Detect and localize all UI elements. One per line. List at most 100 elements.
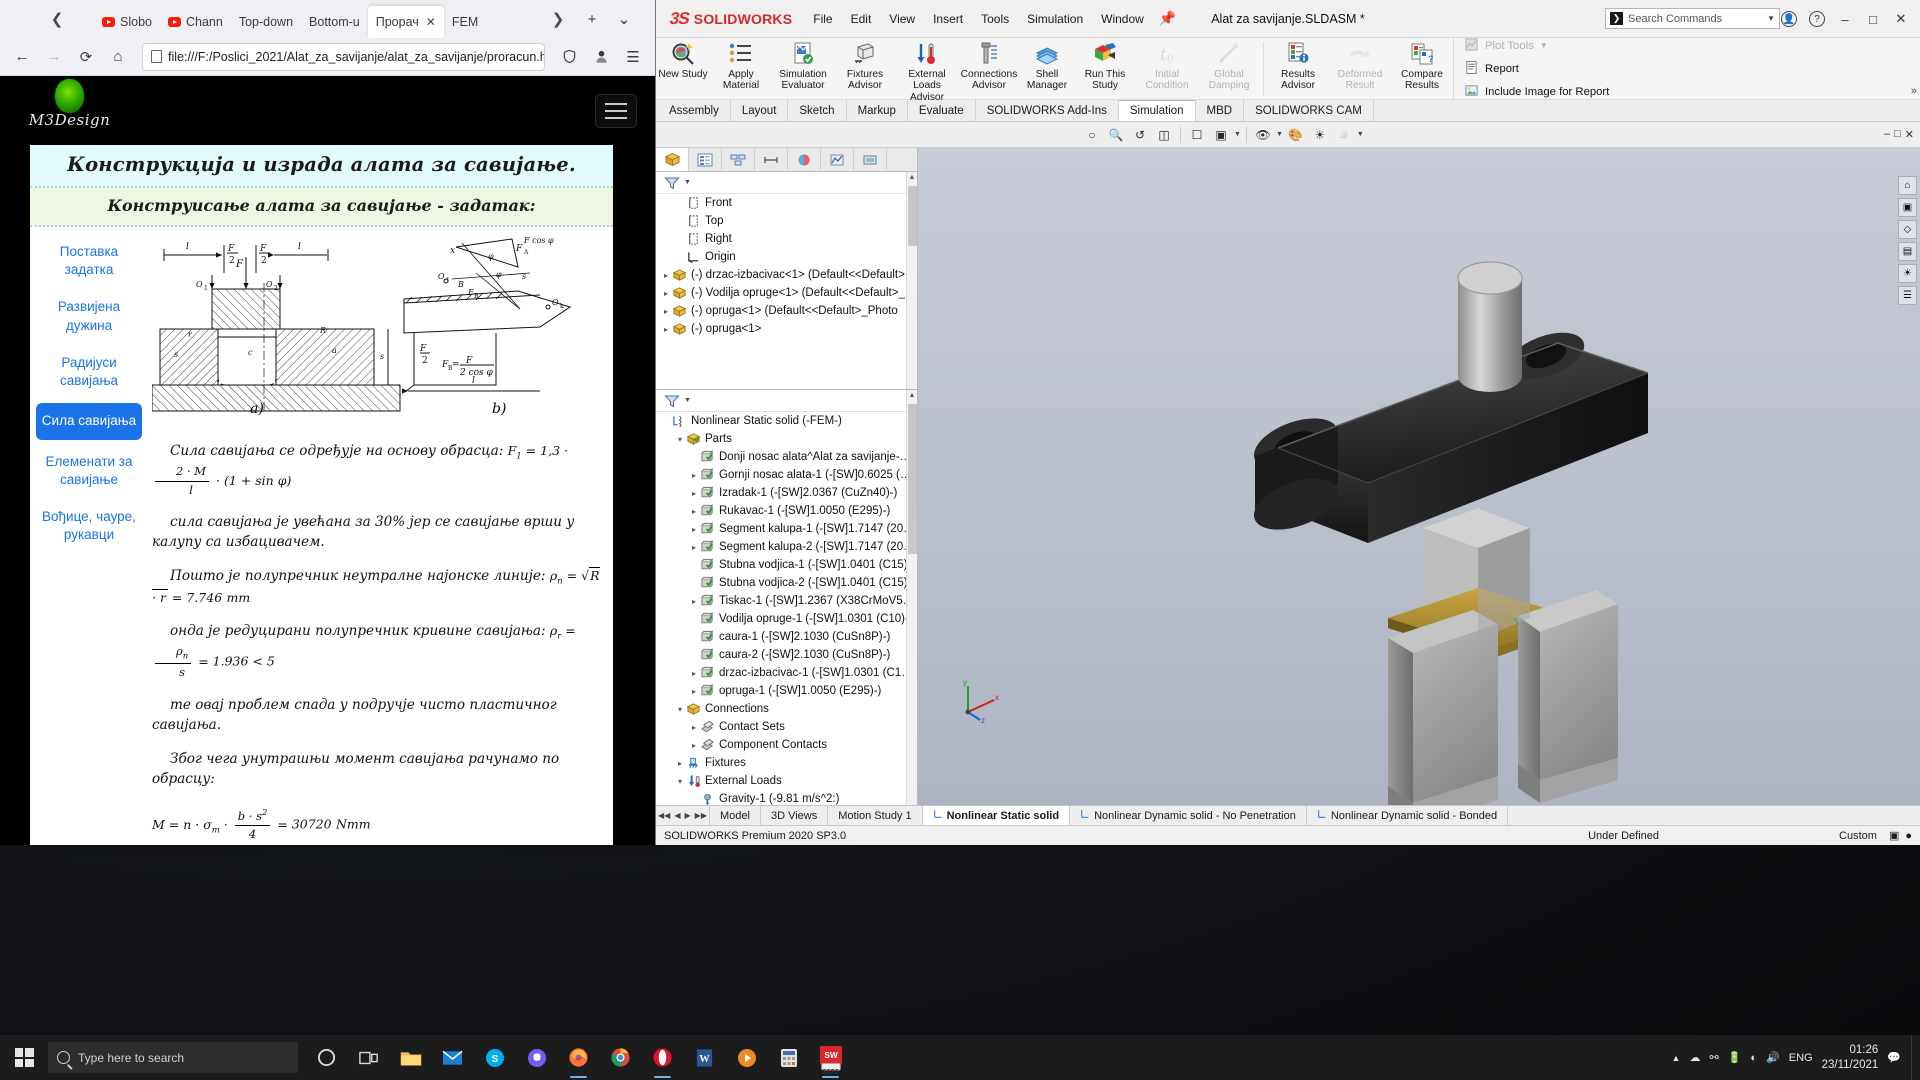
command-tab-layout[interactable]: Layout (731, 100, 789, 121)
tree-item[interactable]: ▸ Fixtures (656, 754, 917, 772)
scroll-up-icon[interactable]: ▲ (907, 172, 917, 183)
windows-taskbar[interactable]: Type here to search S W SW 2020 ▲ ☁ ⚯ 🔋 … (0, 1035, 1920, 1080)
simulation-study-tree[interactable]: ▼ Nonlinear Static solid (-FEM-) ▾ Parts Do… (656, 390, 917, 805)
menu-item-window[interactable]: Window (1092, 8, 1153, 30)
configuration-manager-tab[interactable] (722, 148, 755, 171)
tree-item[interactable]: ▸ Gornji nosac alata-1 (-[SW]0.6025 (EN-G (656, 466, 917, 484)
tree-item[interactable]: Nonlinear Static solid (-FEM-) (656, 412, 917, 430)
tree-expand-icon[interactable]: ▸ (688, 489, 700, 498)
simulation-study-tab[interactable] (821, 148, 854, 171)
tree-item[interactable]: Gravity-1 (-9.81 m/s^2:) (656, 790, 917, 805)
media-player-icon[interactable] (726, 1035, 767, 1080)
site-logo[interactable]: M3Design (22, 79, 117, 129)
tree-expand-icon[interactable]: ▸ (688, 723, 700, 732)
menu-item-edit[interactable]: Edit (842, 8, 881, 30)
tree-item[interactable]: ▸ drzac-izbacivac-1 (-[SW]1.0301 (C10)-) (656, 664, 917, 682)
doc-nav-item-1[interactable]: Развијена дужина (36, 292, 142, 340)
zoom-to-fit-icon[interactable]: ○ (1081, 125, 1103, 145)
ribbon-fixtures-advisor-button[interactable]: Fixtures Advisor (834, 38, 896, 99)
tree-item[interactable]: Vodilja opruge-1 (-[SW]1.0301 (C10)-) (656, 610, 917, 628)
browser-tab-4[interactable]: Прорач ✕ (367, 6, 444, 38)
ribbon-compare-results-button[interactable]: ? Compare Results (1391, 38, 1453, 99)
browser-tab-2[interactable]: Top-down (231, 6, 301, 38)
network-icon[interactable]: ◐ (1750, 1052, 1757, 1064)
clock[interactable]: 01:26 23/11/2021 (1822, 1043, 1879, 1072)
viber-icon[interactable] (516, 1035, 557, 1080)
tree-item[interactable]: ▸ Izradak-1 (-[SW]2.0367 (CuZn40)-) (656, 484, 917, 502)
study-filter-row[interactable]: ▼ (656, 390, 917, 412)
doc-minimize-button[interactable]: – (1884, 128, 1890, 141)
ribbon-run-this-study-button[interactable]: Run This Study (1074, 38, 1136, 99)
scene-icon[interactable]: ☀ (1898, 264, 1917, 283)
tree-expand-icon[interactable]: ▸ (660, 307, 672, 316)
tree-expand-icon[interactable]: ▾ (674, 435, 686, 444)
close-button[interactable]: ✕ (1888, 6, 1914, 32)
list-all-tabs-button[interactable]: ⌄ (611, 3, 637, 35)
chevron-down-icon[interactable]: ▼ (1234, 131, 1241, 138)
bottom-tab-motion-study-1[interactable]: Motion Study 1 (828, 806, 923, 825)
tree-item[interactable]: ▸ Segment kalupa-1 (-[SW]1.7147 (20MnC (656, 520, 917, 538)
tree-item[interactable]: Stubna vodjica-2 (-[SW]1.0401 (C15)-) (656, 574, 917, 592)
tree-item[interactable]: ▾ External Loads (656, 772, 917, 790)
study-tree-scrollbar[interactable]: ▲ (906, 390, 917, 805)
calculator-icon[interactable] (768, 1035, 809, 1080)
tree-expand-icon[interactable]: ▸ (688, 669, 700, 678)
tree-expand-icon[interactable]: ▸ (688, 741, 700, 750)
report-command[interactable]: Report (1460, 58, 1920, 79)
notifications-icon[interactable]: 💬 (1887, 1051, 1901, 1064)
property-manager-tab[interactable] (689, 148, 722, 171)
chevron-down-icon[interactable]: ▼ (1276, 131, 1283, 138)
view-selector-icon[interactable]: ▣ (1898, 198, 1917, 217)
tree-item[interactable]: caura-2 (-[SW]2.1030 (CuSn8P)-) (656, 646, 917, 664)
volume-icon[interactable]: 🔊 (1766, 1051, 1780, 1064)
home-icon[interactable]: ⌂ (104, 43, 132, 71)
appearances-manager-tab[interactable] (788, 148, 821, 171)
chevron-down-icon[interactable]: ▼ (684, 179, 691, 186)
tree-expand-icon[interactable]: ▸ (688, 471, 700, 480)
hamburger-menu-button[interactable] (595, 94, 637, 128)
task-pane-icon[interactable]: ☰ (1898, 286, 1917, 305)
language-indicator[interactable]: ENG (1789, 1052, 1813, 1064)
tree-item[interactable]: Stubna vodjica-1 (-[SW]1.0401 (C15)-) (656, 556, 917, 574)
tree-item[interactable]: ▸ Component Contacts (656, 736, 917, 754)
file-explorer-icon[interactable] (390, 1035, 431, 1080)
ribbon-shell-manager-button[interactable]: Shell Manager (1020, 38, 1074, 99)
mail-icon[interactable] (432, 1035, 473, 1080)
account-icon[interactable]: 👤 (1776, 6, 1802, 32)
command-tab-solidworks-add-ins[interactable]: SOLIDWORKS Add-Ins (976, 100, 1119, 121)
menu-item-view[interactable]: View (880, 8, 924, 30)
tree-expand-icon[interactable]: ▸ (688, 597, 700, 606)
scroll-prev-icon[interactable]: ◀ (674, 811, 680, 820)
display-style-icon[interactable]: ▣ (1210, 125, 1232, 145)
ribbon-new-study-button[interactable]: New Study (656, 38, 710, 99)
tree-item[interactable]: ▸ Rukavac-1 (-[SW]1.0050 (E295)-) (656, 502, 917, 520)
tree-expand-icon[interactable]: ▾ (674, 777, 686, 786)
chevron-down-icon[interactable]: ▼ (684, 397, 691, 404)
tree-item[interactable]: Top (656, 212, 917, 230)
feature-manager-tab[interactable] (656, 148, 689, 171)
word-icon[interactable]: W (684, 1035, 725, 1080)
ribbon-expand-icon[interactable]: » (1911, 85, 1917, 97)
menu-item-file[interactable]: File (804, 8, 841, 30)
previous-view-icon[interactable]: ↺ (1129, 125, 1151, 145)
apply-scene-icon[interactable]: ☀ (1309, 125, 1331, 145)
display-manager-tab[interactable] (854, 148, 887, 171)
chevron-down-icon[interactable]: ▼ (1767, 14, 1775, 23)
tab-close-icon[interactable]: ✕ (426, 15, 436, 29)
bottom-tab-nonlinear-static-solid[interactable]: Nonlinear Static solid (922, 806, 1071, 825)
ribbon-simulation-evaluator-button[interactable]: Simulation Evaluator (772, 38, 834, 99)
home-view-icon[interactable]: ⌂ (1898, 176, 1917, 195)
tree-item[interactable]: Right (656, 230, 917, 248)
tree-expand-icon[interactable]: ▸ (660, 325, 672, 334)
tab-scroll-buttons[interactable]: ◀◀ ◀ ▶ ▶▶ (656, 806, 710, 825)
browser-tab-0[interactable]: Slobo (94, 6, 160, 38)
doc-close-button[interactable]: ✕ (1905, 128, 1914, 141)
bottom-tab-model[interactable]: Model (710, 806, 761, 825)
tree-expand-icon[interactable]: ▸ (688, 543, 700, 552)
ribbon-external-loads-advisor-button[interactable]: External Loads Advisor (896, 38, 958, 103)
app-menu-icon[interactable]: ☰ (619, 43, 647, 71)
tree-item[interactable]: ▸ Tiskac-1 (-[SW]1.2367 (X38CrMoV5-3)-) (656, 592, 917, 610)
solidworks-icon[interactable]: SW 2020 (810, 1035, 851, 1080)
forward-icon[interactable]: → (40, 43, 68, 71)
new-tab-button[interactable]: + (579, 3, 605, 35)
